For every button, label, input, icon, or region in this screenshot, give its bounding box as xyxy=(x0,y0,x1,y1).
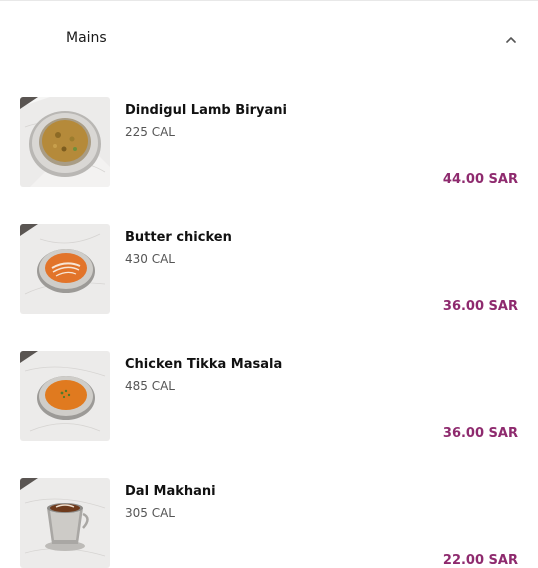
menu-page: Mains Dindigul Lamb Biryani 225 CAL 44.0… xyxy=(0,0,538,568)
section-header-mains[interactable]: Mains xyxy=(0,20,538,60)
section-title: Mains xyxy=(66,30,107,46)
item-price: 44.00 SAR xyxy=(442,172,518,187)
menu-item-butter-chicken[interactable]: Butter chicken 430 CAL 36.00 SAR xyxy=(0,224,538,324)
butter-chicken-bowl-image xyxy=(20,224,110,314)
menu-item-dindigul-lamb-biryani[interactable]: Dindigul Lamb Biryani 225 CAL 44.00 SAR xyxy=(0,97,538,197)
item-calories: 225 CAL xyxy=(125,125,175,139)
item-name: Dal Makhani xyxy=(125,484,216,499)
item-calories: 430 CAL xyxy=(125,252,175,266)
biryani-bowl-image xyxy=(20,97,110,187)
item-name: Chicken Tikka Masala xyxy=(125,357,283,372)
item-name: Butter chicken xyxy=(125,230,232,245)
dal-makhani-cup-image xyxy=(20,478,110,568)
tikka-masala-bowl-image xyxy=(20,351,110,441)
item-price: 36.00 SAR xyxy=(442,426,518,441)
menu-item-chicken-tikka-masala[interactable]: Chicken Tikka Masala 485 CAL 36.00 SAR xyxy=(0,351,538,451)
item-calories: 485 CAL xyxy=(125,379,175,393)
menu-item-dal-makhani[interactable]: Dal Makhani 305 CAL 22.00 SAR xyxy=(0,478,538,568)
item-price: 36.00 SAR xyxy=(442,299,518,314)
chevron-up-icon[interactable] xyxy=(503,32,519,48)
item-calories: 305 CAL xyxy=(125,506,175,520)
item-name: Dindigul Lamb Biryani xyxy=(125,103,287,118)
item-price: 22.00 SAR xyxy=(442,553,518,568)
top-divider xyxy=(0,0,538,1)
